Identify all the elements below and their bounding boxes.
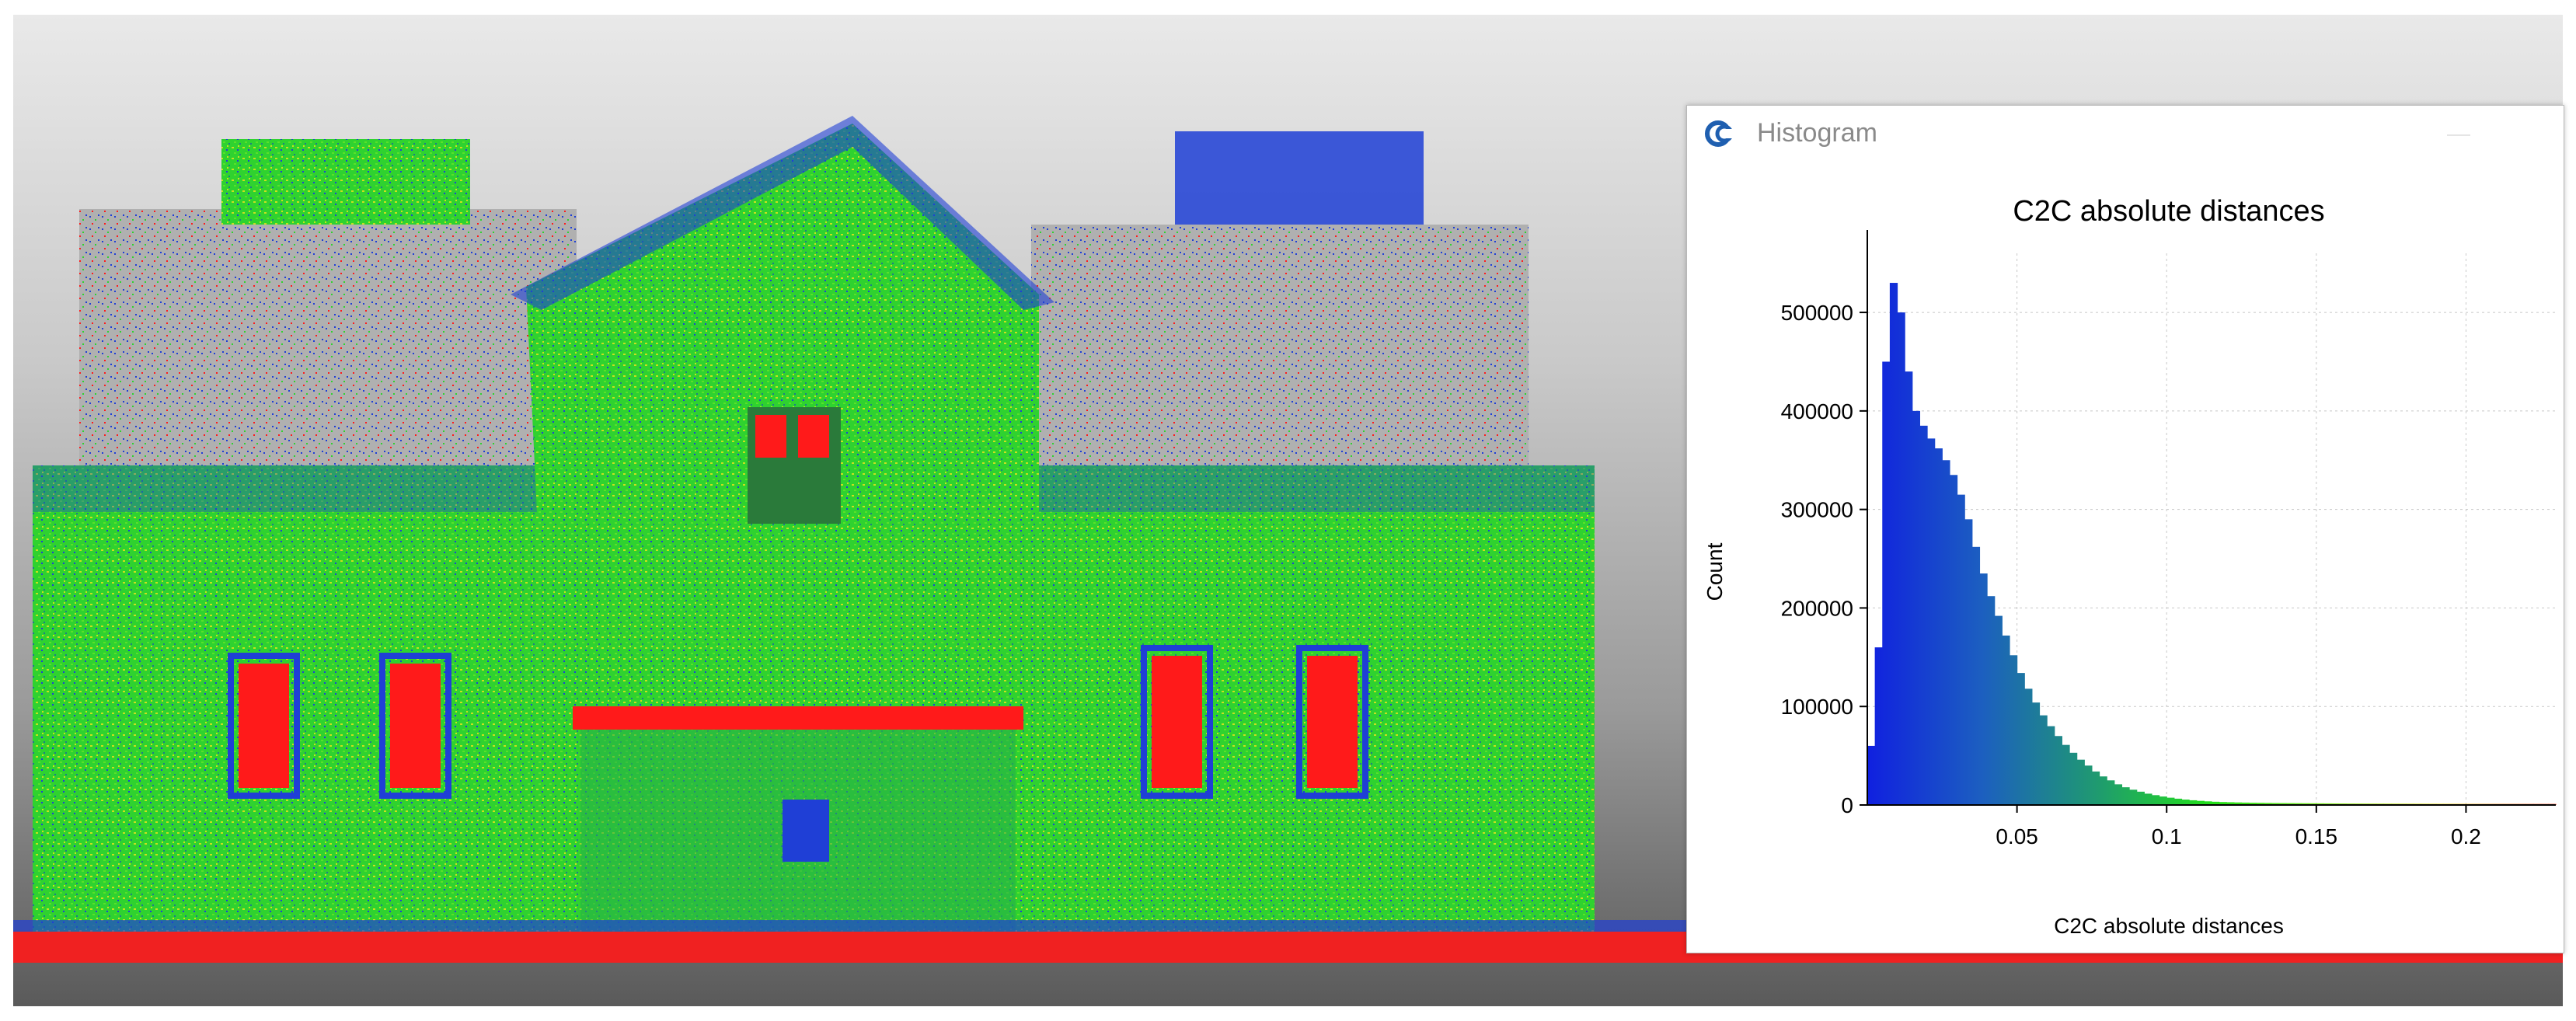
histogram-bar [2002, 635, 2010, 805]
histogram-bar [1934, 448, 1943, 805]
y-tick-label: 200000 [1781, 596, 1853, 620]
y-tick-label: 300000 [1781, 498, 1853, 522]
histogram-bar [1897, 312, 1905, 806]
y-axis-label: Count [1703, 542, 1727, 601]
x-tick-label: 0.15 [2295, 824, 2338, 849]
histogram-bar [2084, 765, 2093, 805]
y-axis-ticks: 0 100000 200000 300000 400000 500000 [1781, 301, 1867, 817]
histogram-bar [1987, 596, 1996, 805]
histogram-bar [2076, 759, 2085, 805]
histogram-bar [2173, 798, 2183, 805]
histogram-bar [1882, 361, 1891, 805]
x-axis-ticks: 0.05 0.1 0.15 0.2 [1996, 805, 2481, 849]
chart-title: C2C absolute distances [2013, 195, 2324, 228]
histogram-bar [1994, 615, 2003, 805]
histogram-bar [2166, 797, 2175, 805]
histogram-bar [1927, 438, 1936, 805]
histogram-bar [1979, 573, 1988, 805]
x-tick-label: 0.05 [1996, 824, 2038, 849]
histogram-bars [1867, 283, 2557, 806]
histogram-bar [2107, 780, 2115, 805]
histogram-bar [1919, 425, 1928, 805]
histogram-bar [1912, 410, 1921, 805]
histogram-bar [2024, 688, 2033, 805]
histogram-bar [1889, 283, 1898, 805]
histogram-bar [2054, 736, 2062, 805]
histogram-bar [2136, 791, 2145, 805]
histogram-bar [2099, 776, 2107, 805]
y-tick-label: 500000 [1781, 301, 1853, 325]
histogram-bar [2009, 655, 2018, 805]
histogram-bar [1957, 494, 1965, 805]
x-tick-label: 0.1 [2152, 824, 2182, 849]
histogram-bar [1942, 460, 1950, 805]
histogram-chart: C2C absolute distances 0.05 0.1 0.15 0.2 0 1… [1703, 195, 2557, 938]
x-axis-label: C2C absolute distances [2054, 914, 2284, 938]
histogram-bar [2062, 744, 2070, 805]
histogram-bar [2091, 771, 2100, 805]
histogram-bar [1867, 745, 1876, 805]
histogram-bar [1971, 546, 1981, 805]
histogram-bar [2181, 800, 2190, 805]
histogram-window[interactable]: Histogram C2C absolute distances 0.05 0.1… [1686, 105, 2564, 953]
histogram-bar [2129, 789, 2138, 805]
y-tick-label: 400000 [1781, 399, 1853, 423]
histogram-bar [2039, 715, 2048, 805]
histogram-bar [2159, 796, 2167, 805]
histogram-bar [2069, 752, 2078, 805]
histogram-bar [2031, 702, 2041, 805]
histogram-bar [2144, 793, 2152, 805]
histogram-bar [2151, 795, 2160, 805]
x-tick-label: 0.2 [2451, 824, 2481, 849]
y-tick-label: 100000 [1781, 695, 1853, 719]
histogram-bar [2121, 787, 2130, 805]
y-tick-label: 0 [1841, 793, 1853, 817]
histogram-bar [1949, 475, 1958, 805]
histogram-bar [2047, 726, 2055, 805]
histogram-bar [1874, 647, 1883, 805]
histogram-bar [2114, 784, 2123, 805]
histogram-bar [1964, 519, 1973, 805]
histogram-bar [2017, 673, 2025, 805]
histogram-bar [1905, 371, 1913, 806]
